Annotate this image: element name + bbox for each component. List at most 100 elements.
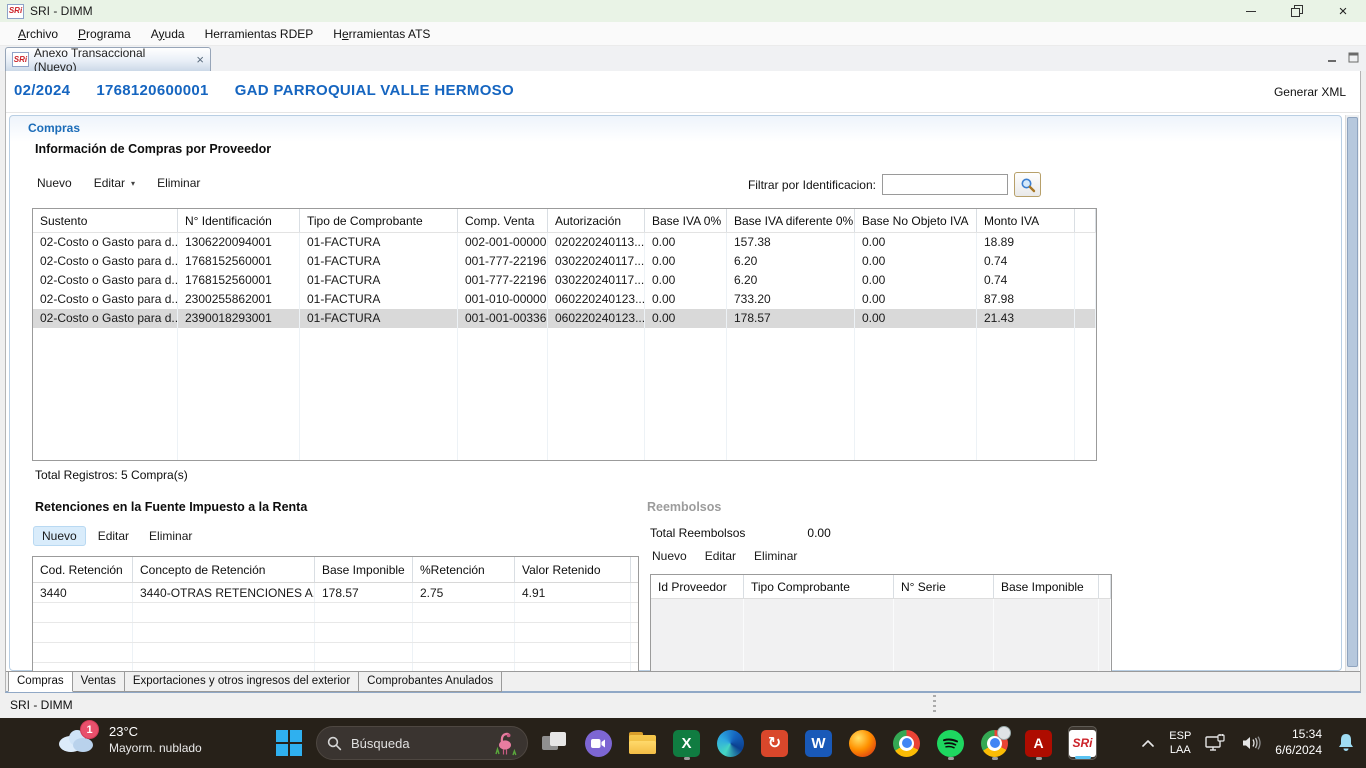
col-header[interactable]: Base No Objeto IVA bbox=[855, 209, 977, 232]
col-header[interactable]: Cod. Retención bbox=[33, 557, 133, 582]
edge-button[interactable] bbox=[716, 726, 745, 760]
volume-icon[interactable] bbox=[1241, 735, 1261, 751]
col-header-filler bbox=[1099, 575, 1111, 598]
tray-chevron-up-icon[interactable] bbox=[1141, 739, 1155, 748]
reembolsos-table-header: Id Proveedor Tipo Comprobante N° Serie B… bbox=[651, 575, 1111, 599]
retenciones-nuevo-button[interactable]: Nuevo bbox=[33, 526, 86, 546]
restore-button[interactable] bbox=[1274, 0, 1320, 22]
compras-editar-button[interactable]: Editar▾ bbox=[94, 176, 135, 190]
word-button[interactable]: W bbox=[804, 726, 833, 760]
menu-archivo[interactable]: Archivo bbox=[8, 24, 68, 44]
col-header[interactable]: Tipo Comprobante bbox=[744, 575, 894, 598]
cell: 0.00 bbox=[855, 233, 977, 252]
menu-programa[interactable]: Programa bbox=[68, 24, 141, 44]
cell: 0.00 bbox=[855, 309, 977, 328]
tab-exportaciones[interactable]: Exportaciones y otros ingresos del exter… bbox=[125, 672, 359, 692]
col-header[interactable]: Sustento bbox=[33, 209, 178, 232]
col-header[interactable]: Monto IVA bbox=[977, 209, 1075, 232]
col-header[interactable]: Autorización bbox=[548, 209, 645, 232]
menu-accel: A bbox=[18, 27, 26, 41]
cell: 1768152560001 bbox=[178, 271, 300, 290]
tab-sri-icon: SRi bbox=[12, 52, 29, 67]
sri-dimm-button[interactable]: SRi bbox=[1068, 726, 1097, 760]
table-row-selected[interactable]: 02-Costo o Gasto para d...23900182930010… bbox=[33, 309, 1096, 328]
pane-maximize-button[interactable] bbox=[1347, 51, 1360, 63]
notification-bell-icon[interactable] bbox=[1336, 732, 1356, 754]
retenciones-eliminar-button[interactable]: Eliminar bbox=[141, 527, 200, 545]
sash-handle[interactable] bbox=[933, 695, 936, 712]
tab-ventas[interactable]: Ventas bbox=[73, 672, 125, 692]
chrome-profile-button[interactable] bbox=[980, 726, 1009, 760]
compras-eliminar-button[interactable]: Eliminar bbox=[157, 176, 200, 190]
table-row[interactable]: 02-Costo o Gasto para d...13062200940010… bbox=[33, 233, 1096, 252]
tab-close-icon[interactable]: × bbox=[196, 53, 204, 66]
filter-input[interactable] bbox=[882, 174, 1008, 195]
col-header[interactable]: Base Imponible bbox=[994, 575, 1099, 598]
table-row[interactable]: 34403440-OTRAS RETENCIONES A...178.572.7… bbox=[33, 583, 638, 603]
col-header[interactable]: Concepto de Retención bbox=[133, 557, 315, 582]
table-row[interactable]: 02-Costo o Gasto para d...17681525600010… bbox=[33, 252, 1096, 271]
col-header[interactable]: Id Proveedor bbox=[651, 575, 744, 598]
excel-button[interactable]: X bbox=[672, 726, 701, 760]
tab-compras[interactable]: Compras bbox=[8, 672, 73, 692]
firefox-button[interactable] bbox=[848, 726, 877, 760]
language-indicator[interactable]: ESP LAA bbox=[1169, 729, 1191, 758]
pane-maximize-icon bbox=[1348, 52, 1359, 63]
cell-filler bbox=[300, 328, 458, 461]
col-header[interactable]: N° Serie bbox=[894, 575, 994, 598]
menu-herramientas-ats[interactable]: Herramientas ATS bbox=[323, 24, 440, 44]
retenciones-editar-button[interactable]: Editar bbox=[90, 527, 137, 545]
cell: 157.38 bbox=[727, 233, 855, 252]
close-button[interactable]: × bbox=[1320, 0, 1366, 22]
clock[interactable]: 15:34 6/6/2024 bbox=[1275, 727, 1322, 758]
table-row[interactable]: 02-Costo o Gasto para d...23002558620010… bbox=[33, 290, 1096, 309]
col-header[interactable]: Tipo de Comprobante bbox=[300, 209, 458, 232]
reembolsos-eliminar-button[interactable]: Eliminar bbox=[754, 549, 797, 563]
taskbar-search[interactable]: Búsqueda bbox=[316, 726, 528, 760]
col-header[interactable]: Valor Retenido bbox=[515, 557, 631, 582]
scrollbar-thumb[interactable] bbox=[1347, 117, 1358, 667]
compras-table[interactable]: Sustento N° Identificación Tipo de Compr… bbox=[32, 208, 1097, 461]
menu-herramientas-rdep[interactable]: Herramientas RDEP bbox=[195, 24, 324, 44]
weather-widget[interactable]: 1 23°C Mayorm. nublado bbox=[55, 722, 202, 758]
cell-filler bbox=[727, 328, 855, 461]
search-icon bbox=[1020, 177, 1036, 193]
cell: 1306220094001 bbox=[178, 233, 300, 252]
file-explorer-button[interactable] bbox=[628, 726, 657, 760]
col-header[interactable]: Base IVA 0% bbox=[645, 209, 727, 232]
acrobat-button[interactable]: A bbox=[1024, 726, 1053, 760]
col-header[interactable]: Comp. Venta bbox=[458, 209, 548, 232]
col-header[interactable]: %Retención bbox=[413, 557, 515, 582]
compras-nuevo-button[interactable]: Nuevo bbox=[37, 176, 72, 190]
reembolsos-table[interactable]: Id Proveedor Tipo Comprobante N° Serie B… bbox=[650, 574, 1112, 672]
chat-app-button[interactable] bbox=[584, 726, 613, 760]
minimize-button[interactable] bbox=[1228, 0, 1274, 22]
cell: 3440-OTRAS RETENCIONES A... bbox=[133, 583, 315, 602]
spotify-button[interactable] bbox=[936, 726, 965, 760]
vertical-scrollbar[interactable] bbox=[1345, 115, 1359, 671]
weather-alert-badge: 1 bbox=[80, 720, 99, 739]
col-header[interactable]: N° Identificación bbox=[178, 209, 300, 232]
reembolsos-nuevo-button[interactable]: Nuevo bbox=[652, 549, 687, 563]
start-button[interactable] bbox=[276, 730, 302, 756]
reembolsos-editar-button[interactable]: Editar bbox=[705, 549, 736, 563]
cell-filler bbox=[458, 328, 548, 461]
network-icon[interactable] bbox=[1205, 734, 1227, 752]
chevron-down-icon: ▾ bbox=[131, 179, 135, 188]
generar-xml-button[interactable]: Generar XML bbox=[1274, 85, 1346, 99]
col-header[interactable]: Base IVA diferente 0% bbox=[727, 209, 855, 232]
folder-icon bbox=[629, 732, 656, 754]
table-empty-row bbox=[33, 623, 638, 643]
retenciones-table[interactable]: Cod. Retención Concepto de Retención Bas… bbox=[32, 556, 639, 672]
col-header[interactable]: Base Imponible bbox=[315, 557, 413, 582]
tab-anexo-transaccional[interactable]: SRi Anexo Transaccional (Nuevo) × bbox=[5, 47, 211, 71]
window-titlebar: SRi SRI - DIMM × bbox=[0, 0, 1366, 22]
pane-minimize-button[interactable] bbox=[1326, 51, 1339, 63]
menu-ayuda[interactable]: Ayuda bbox=[141, 24, 195, 44]
tab-comprobantes-anulados[interactable]: Comprobantes Anulados bbox=[359, 672, 502, 692]
filter-search-button[interactable] bbox=[1014, 172, 1041, 197]
chrome-button[interactable] bbox=[892, 726, 921, 760]
table-row[interactable]: 02-Costo o Gasto para d...17681525600010… bbox=[33, 271, 1096, 290]
task-view-button[interactable] bbox=[540, 726, 569, 760]
pdf-xchange-button[interactable]: ↻ bbox=[760, 726, 789, 760]
